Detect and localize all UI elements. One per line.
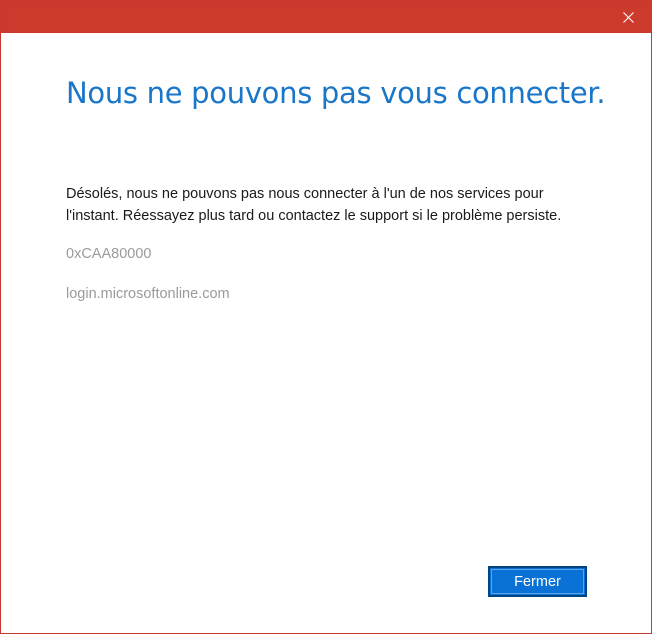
dialog-window: Nous ne pouvons pas vous connecter. Déso… <box>0 0 652 634</box>
error-message: Désolés, nous ne pouvons pas nous connec… <box>66 186 562 224</box>
window-close-button[interactable] <box>605 1 651 33</box>
fermer-button[interactable]: Fermer <box>488 566 587 597</box>
dialog-title: Nous ne pouvons pas vous connecter. <box>66 76 606 110</box>
close-icon <box>622 11 634 23</box>
title-bar <box>1 1 651 33</box>
error-code: 0xCAA80000 <box>66 246 152 262</box>
dialog-content: Nous ne pouvons pas vous connecter. Déso… <box>66 73 606 302</box>
service-domain: login.microsoftonline.com <box>66 286 230 302</box>
